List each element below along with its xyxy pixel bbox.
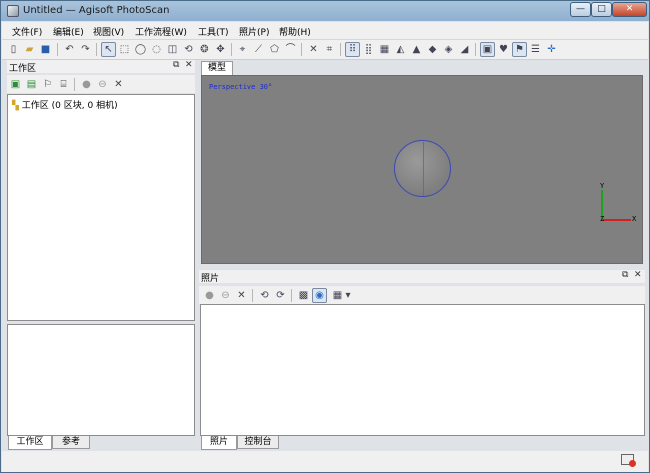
tab-reference[interactable]: 参考: [52, 436, 90, 449]
add-photos-icon[interactable]: ▤: [24, 77, 39, 92]
workspace-folder-icon: ▚: [12, 101, 19, 111]
tab-console[interactable]: 控制台: [237, 436, 279, 449]
perspective-label: Perspective 30°: [209, 83, 273, 91]
polygon-icon[interactable]: ⬠: [267, 42, 282, 57]
workspace-tree: ▚ 工作区 (0 区块, 0 相机): [7, 94, 195, 321]
float-icon[interactable]: ⧉: [173, 60, 179, 70]
grid-icon[interactable]: ☰: [528, 42, 543, 57]
move-point-icon[interactable]: ✥: [213, 42, 228, 57]
close-icon[interactable]: ✕: [634, 270, 642, 280]
photos-title: 照片: [201, 274, 220, 284]
enable-icon[interactable]: ●: [202, 288, 217, 303]
dense-cloud-icon[interactable]: ⣿: [361, 42, 376, 57]
rect-select-icon[interactable]: ⬚: [117, 42, 132, 57]
menu-tools[interactable]: 工具(T): [198, 25, 229, 38]
select-arrow-icon[interactable]: ↖: [101, 42, 116, 57]
tree-root-label: 工作区 (0 区块, 0 相机): [21, 101, 118, 111]
trackball-meridian: [423, 142, 424, 196]
textured-icon[interactable]: ◆: [425, 42, 440, 57]
photos-tabs: 照片 控制台: [200, 436, 645, 450]
measure-icon[interactable]: ⌖: [235, 42, 250, 57]
resize-region-icon[interactable]: ◫: [165, 42, 180, 57]
photos-title-bar: 照片 ⧉ ✕: [199, 270, 645, 284]
shapes-icon[interactable]: ♥: [496, 42, 511, 57]
tiled-icon[interactable]: ◈: [441, 42, 456, 57]
photos-toolbar: ● ⊖ ✕ ⟲ ⟳ ▩ ◉ ▦ ▾: [199, 286, 645, 304]
close-button[interactable]: ✕: [612, 2, 647, 17]
close-icon[interactable]: ✕: [185, 60, 193, 70]
save-icon[interactable]: ■: [38, 42, 53, 57]
solid-mesh-icon[interactable]: ▦: [377, 42, 392, 57]
tree-root[interactable]: ▚ 工作区 (0 区块, 0 相机): [12, 98, 118, 111]
menu-view[interactable]: 视图(V): [93, 25, 124, 38]
menu-edit[interactable]: 编辑(E): [53, 25, 84, 38]
circle-select-icon[interactable]: ◯: [133, 42, 148, 57]
model-viewport[interactable]: Perspective 30° Y Z X: [201, 75, 643, 264]
navigate-icon[interactable]: ✛: [544, 42, 559, 57]
add-markers-icon[interactable]: ⚐: [40, 77, 55, 92]
menu-photos[interactable]: 照片(P): [239, 25, 269, 38]
filter-icon[interactable]: ◉: [312, 288, 327, 303]
tab-model[interactable]: 模型: [201, 61, 233, 75]
menu-file[interactable]: 文件(F): [12, 25, 42, 38]
rotate-object-icon[interactable]: ❂: [197, 42, 212, 57]
tab-photos[interactable]: 照片: [201, 436, 237, 450]
workspace-title-bar: 工作区 ⧉ ✕: [7, 60, 195, 74]
enable-icon[interactable]: ●: [79, 77, 94, 92]
workspace-properties: [7, 324, 195, 436]
remove-icon[interactable]: ✕: [111, 77, 126, 92]
rotate-left-icon[interactable]: ⟲: [257, 288, 272, 303]
tab-workspace[interactable]: 工作区: [8, 436, 52, 450]
cameras-icon[interactable]: ▣: [480, 42, 495, 57]
free-select-icon[interactable]: ◌: [149, 42, 164, 57]
shapes-draw-icon[interactable]: ⌒: [283, 42, 298, 57]
workspace-title: 工作区: [9, 64, 37, 74]
open-folder-icon[interactable]: ▰: [22, 42, 37, 57]
ruler-icon[interactable]: ⟋: [251, 42, 266, 57]
remove-icon[interactable]: ✕: [234, 288, 249, 303]
workspace-toolbar: ▣ ▤ ⚐ ⌸ ● ⊖ ✕: [7, 75, 195, 93]
trackball-sphere[interactable]: [394, 140, 451, 197]
menu-help[interactable]: 帮助(H): [279, 25, 311, 38]
disable-icon[interactable]: ⊖: [95, 77, 110, 92]
window-title: Untitled — Agisoft PhotoScan: [23, 5, 170, 16]
network-status-icon[interactable]: [621, 454, 636, 467]
axis-x-label: X: [632, 215, 637, 223]
crop-icon[interactable]: ⌗: [322, 42, 337, 57]
main-toolbar: ▯ ▰ ■ ↶ ↷ ↖ ⬚ ◯ ◌ ◫ ⟲ ❂ ✥ ⌖ ⟋ ⬠ ⌒ ✕ ⌗ ⠿ …: [2, 40, 648, 60]
axis-y-label: Y: [600, 182, 605, 190]
mask-icon[interactable]: ▩: [296, 288, 311, 303]
dem-icon[interactable]: ◢: [457, 42, 472, 57]
rotate-region-icon[interactable]: ⟲: [181, 42, 196, 57]
shaded-icon[interactable]: ▲: [409, 42, 424, 57]
float-icon[interactable]: ⧉: [622, 270, 628, 280]
markers-icon[interactable]: ⚑: [512, 42, 527, 57]
disable-icon[interactable]: ⊖: [218, 288, 233, 303]
redo-icon[interactable]: ↷: [78, 42, 93, 57]
maximize-button[interactable]: □: [591, 2, 612, 17]
axis-z-label: Z: [600, 215, 605, 223]
chevron-down-icon[interactable]: ▾: [343, 288, 353, 303]
menu-bar: 文件(F) 编辑(E) 视图(V) 工作流程(W) 工具(T) 照片(P) 帮助…: [2, 22, 648, 40]
undo-icon[interactable]: ↶: [62, 42, 77, 57]
add-chunk-icon[interactable]: ▣: [8, 77, 23, 92]
minimize-button[interactable]: —: [570, 2, 591, 17]
new-file-icon[interactable]: ▯: [6, 42, 21, 57]
point-cloud-icon[interactable]: ⠿: [345, 42, 360, 57]
status-bar: [2, 451, 648, 472]
rotate-right-icon[interactable]: ⟳: [273, 288, 288, 303]
photos-pane[interactable]: [200, 304, 645, 436]
wireframe-icon[interactable]: ◭: [393, 42, 408, 57]
menu-workflow[interactable]: 工作流程(W): [135, 25, 187, 38]
delete-icon[interactable]: ✕: [306, 42, 321, 57]
add-folder-icon[interactable]: ⌸: [56, 77, 71, 92]
photoscan-app-icon: [7, 5, 19, 17]
axis-x-line: [603, 219, 631, 221]
title-bar: Untitled — Agisoft PhotoScan — □ ✕: [1, 1, 649, 21]
workspace-tabs: 工作区 参考: [7, 436, 195, 450]
app-window: Untitled — Agisoft PhotoScan — □ ✕ 文件(F)…: [0, 0, 650, 473]
